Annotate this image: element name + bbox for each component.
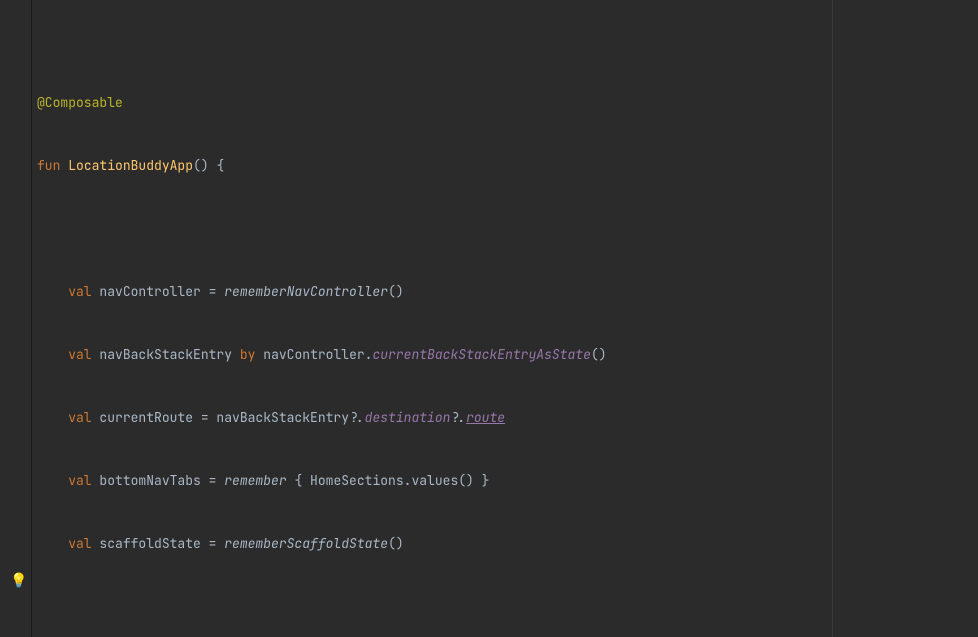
keyword-val: val [68,472,91,489]
lambda: { HomeSections.values() } [287,472,490,489]
eq: = [201,472,224,489]
parens: () [388,535,404,552]
ref: navController [263,346,364,363]
fn-call: rememberNavController [224,283,388,300]
editor-gutter[interactable]: 💡 [0,0,32,637]
member-route: route [466,409,505,426]
keyword-val: val [68,346,91,363]
right-margin-guide [832,0,833,637]
parens: () [193,157,209,174]
member: currentBackStackEntryAsState [372,346,590,363]
var-navback: navBackStackEntry [99,346,232,363]
eq: = [201,535,224,552]
var-navcontroller: navController [99,283,200,300]
open-brace: { [209,157,225,174]
keyword-fun: fun [37,157,60,174]
parens: () [388,283,404,300]
function-name: LocationBuddyApp [68,157,193,174]
member: destination [365,409,451,426]
var-currentroute: currentRoute [99,409,193,426]
annotation: @Composable [37,94,123,111]
fn-call: remember [224,472,286,489]
keyword-by: by [240,346,256,363]
keyword-val: val [68,283,91,300]
parens: () [591,346,607,363]
fn-call: rememberScaffoldState [224,535,388,552]
expr: = navBackStackEntry?. [193,409,365,426]
keyword-val: val [68,409,91,426]
code-editor[interactable]: @Composable fun LocationBuddyApp() { val… [32,0,978,637]
qdot: ?. [450,409,466,426]
lightbulb-icon[interactable]: 💡 [10,572,27,590]
eq: = [201,283,224,300]
keyword-val: val [68,535,91,552]
var-scaffoldstate: scaffoldState [99,535,200,552]
var-bottomnav: bottomNavTabs [99,472,200,489]
